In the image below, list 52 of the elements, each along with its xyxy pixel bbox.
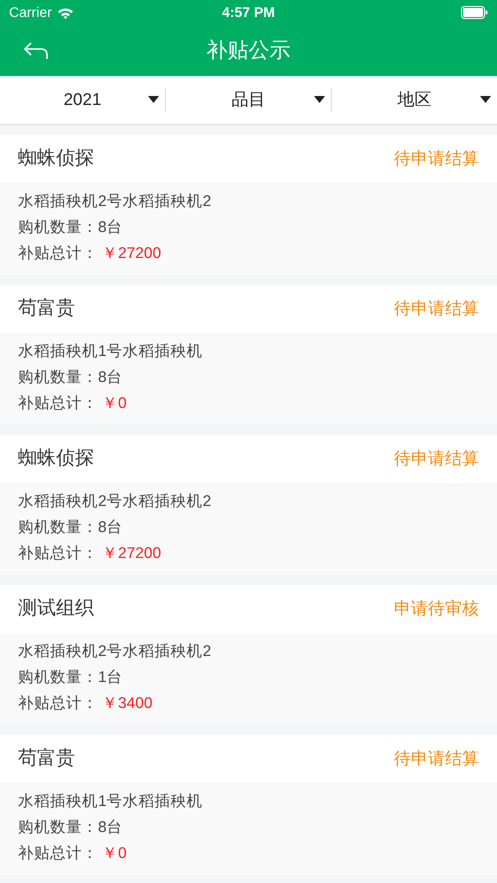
quantity-value: 8台 bbox=[98, 818, 123, 838]
quantity-value: 8台 bbox=[98, 368, 123, 388]
record-card[interactable]: 蜘蛛侦探 待申请结算 水稻插秧机2号水稻插秧机2 购机数量：8台 补贴总计： ￥27200 bbox=[0, 435, 497, 575]
organization-name: 蜘蛛侦探 bbox=[18, 446, 94, 471]
filter-dropdown[interactable]: 地区 bbox=[332, 88, 497, 112]
quantity-value: 1台 bbox=[98, 668, 123, 688]
dropdown-caret-icon bbox=[314, 96, 325, 103]
machine-name: 水稻插秧机2号水稻插秧机2 bbox=[18, 642, 212, 662]
dropdown-caret-icon bbox=[480, 96, 491, 103]
quantity-value: 8台 bbox=[98, 518, 123, 538]
battery-icon bbox=[460, 6, 488, 19]
status-label: 待申请结算 bbox=[394, 148, 479, 170]
machine-name: 水稻插秧机1号水稻插秧机 bbox=[18, 342, 204, 362]
wifi-icon bbox=[56, 6, 74, 18]
organization-name: 苟富贵 bbox=[18, 296, 75, 321]
subsidy-total-value: ￥27200 bbox=[102, 544, 162, 564]
subsidy-total-value: ￥0 bbox=[102, 394, 127, 414]
status-label: 待申请结算 bbox=[394, 448, 479, 470]
carrier-label: Carrier bbox=[9, 3, 52, 22]
record-card[interactable]: 测试组织 申请待审核 水稻插秧机2号水稻插秧机2 购机数量：1台 补贴总计： ￥3400 bbox=[0, 585, 497, 725]
status-time: 4:57 PM bbox=[222, 3, 275, 22]
subsidy-total-label: 补贴总计： bbox=[18, 244, 98, 264]
filter-dropdown[interactable]: 2021 bbox=[0, 88, 165, 112]
subsidy-total-label: 补贴总计： bbox=[18, 694, 98, 714]
quantity-label: 购机数量： bbox=[18, 668, 98, 688]
quantity-label: 购机数量： bbox=[18, 818, 98, 838]
quantity-value: 8台 bbox=[98, 218, 123, 238]
status-label: 待申请结算 bbox=[394, 748, 479, 770]
dropdown-caret-icon bbox=[148, 96, 159, 103]
subsidy-total-value: ￥3400 bbox=[102, 694, 152, 714]
page-title: 补贴公示 bbox=[206, 38, 290, 64]
back-arrow-icon bbox=[23, 40, 49, 60]
quantity-label: 购机数量： bbox=[18, 518, 98, 538]
subsidy-total-value: ￥27200 bbox=[102, 244, 162, 264]
organization-name: 测试组织 bbox=[18, 596, 94, 621]
filter-dropdown[interactable]: 品目 bbox=[166, 88, 331, 112]
machine-name: 水稻插秧机1号水稻插秧机 bbox=[18, 792, 204, 812]
subsidy-total-label: 补贴总计： bbox=[18, 844, 98, 864]
quantity-label: 购机数量： bbox=[18, 218, 98, 238]
organization-name: 苟富贵 bbox=[18, 746, 75, 771]
organization-name: 蜘蛛侦探 bbox=[18, 146, 94, 171]
quantity-label: 购机数量： bbox=[18, 368, 98, 388]
record-card[interactable]: 蜘蛛侦探 待申请结算 水稻插秧机2号水稻插秧机2 购机数量：8台 补贴总计： ￥27200 bbox=[0, 135, 497, 275]
machine-name: 水稻插秧机2号水稻插秧机2 bbox=[18, 492, 212, 512]
status-label: 待申请结算 bbox=[394, 298, 479, 320]
record-card[interactable]: 苟富贵 待申请结算 水稻插秧机1号水稻插秧机 购机数量：8台 补贴总计： ￥0 bbox=[0, 735, 497, 875]
record-card[interactable]: 苟富贵 待申请结算 水稻插秧机1号水稻插秧机 购机数量：8台 补贴总计： ￥0 bbox=[0, 285, 497, 425]
machine-name: 水稻插秧机2号水稻插秧机2 bbox=[18, 192, 212, 212]
subsidy-total-value: ￥0 bbox=[102, 844, 127, 864]
subsidy-total-label: 补贴总计： bbox=[18, 544, 98, 564]
subsidy-total-label: 补贴总计： bbox=[18, 394, 98, 414]
status-label: 申请待审核 bbox=[394, 598, 479, 620]
